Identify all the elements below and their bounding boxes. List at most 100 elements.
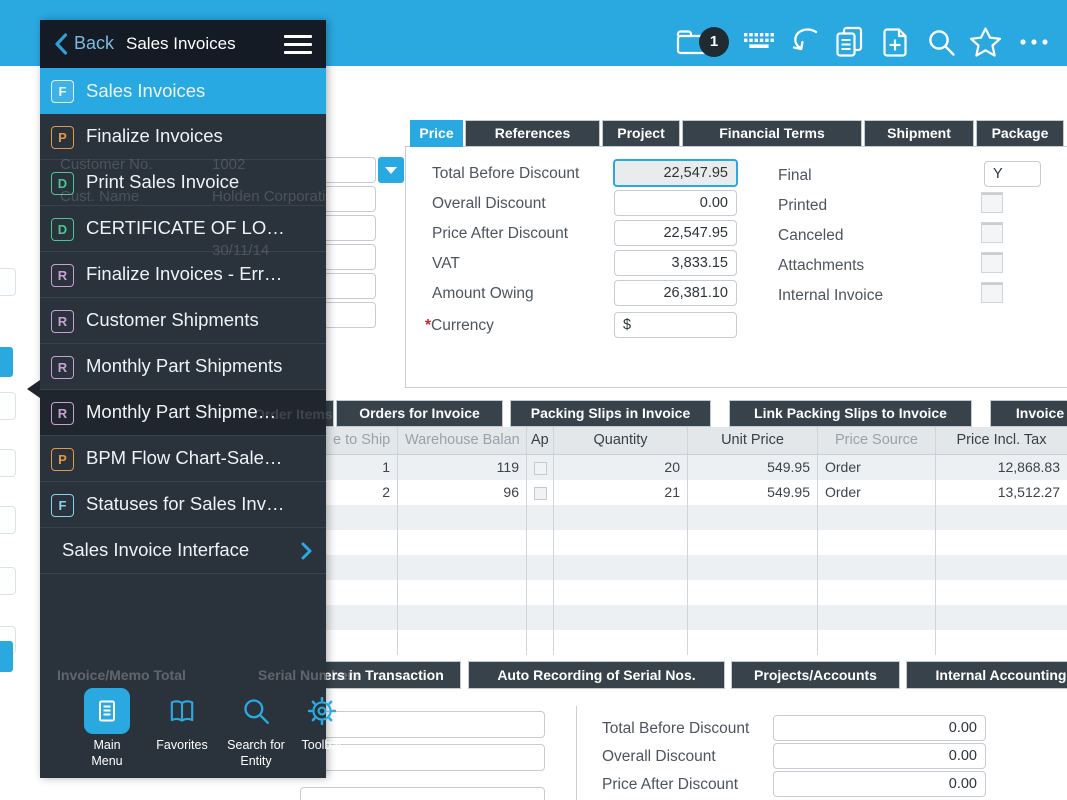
back-button[interactable]: Back xyxy=(74,33,114,54)
back-chevron-icon[interactable] xyxy=(54,33,68,55)
tab-project[interactable]: Project xyxy=(602,120,680,147)
dropdown-button[interactable] xyxy=(378,157,404,183)
column-header[interactable]: Ap xyxy=(527,427,554,454)
menu-item-finalize-invoices-err[interactable]: R Finalize Invoices - Err… xyxy=(40,252,326,298)
keyboard-icon[interactable] xyxy=(742,31,776,53)
menu-item-customer-shipments[interactable]: R Customer Shipments xyxy=(40,298,326,344)
printed-checkbox[interactable] xyxy=(981,192,1003,213)
currency-input[interactable] xyxy=(614,312,737,338)
cell-warehouse-balance[interactable]: 96 xyxy=(398,480,527,505)
column-header[interactable]: Unit Price xyxy=(688,427,818,454)
table-row[interactable]: 2 96 21 549.95 Order 13,512.27 xyxy=(326,480,1067,505)
table-row[interactable]: 1 119 20 549.95 Order 12,868.83 xyxy=(326,455,1067,480)
total-before-discount-input[interactable] xyxy=(613,159,738,187)
price-after-discount-input[interactable] xyxy=(614,220,737,246)
star-icon[interactable] xyxy=(968,26,1003,59)
menu-item-print-sales-invoice[interactable]: D Print Sales Invoice xyxy=(40,160,326,206)
main-menu-button[interactable]: Main Menu xyxy=(64,688,150,769)
final-input[interactable] xyxy=(984,161,1041,187)
menu-item-certificate[interactable]: D CERTIFICATE OF LO… xyxy=(40,206,326,252)
hamburger-icon[interactable] xyxy=(284,35,312,54)
favorites-button[interactable]: Favorites xyxy=(146,688,218,754)
field-label: Final xyxy=(778,167,812,185)
tab-link-packing-slips[interactable]: Link Packing Slips to Invoice xyxy=(729,400,972,427)
undo-arrow-icon[interactable] xyxy=(788,27,820,57)
field-label: VAT xyxy=(432,255,460,273)
menu-item-bpm-flow-chart[interactable]: P BPM Flow Chart-Sale… xyxy=(40,436,326,482)
search-entity-icon xyxy=(233,688,279,734)
field-label: Printed xyxy=(778,197,827,215)
menu-item-statuses-sales-inv[interactable]: F Statuses for Sales Inv… xyxy=(40,482,326,528)
cell-warehouse-balance[interactable]: 119 xyxy=(398,455,527,480)
field-label: Price After Discount xyxy=(602,776,738,794)
cell-quantity[interactable]: 21 xyxy=(554,480,688,505)
menu-item-sales-invoice-interface[interactable]: Sales Invoice Interface xyxy=(40,528,326,574)
table-empty-row xyxy=(326,630,1067,655)
overall-discount-input[interactable] xyxy=(614,190,737,216)
tab-financial-terms[interactable]: Financial Terms xyxy=(682,120,862,147)
cell-price-incl-tax[interactable]: 13,512.27 xyxy=(936,480,1067,505)
add-document-icon[interactable] xyxy=(880,26,910,59)
internal-invoice-checkbox[interactable] xyxy=(981,282,1003,303)
search-entity-button[interactable]: Search for Entity xyxy=(216,688,296,769)
menu-item-monthly-part-shipme[interactable]: R Monthly Part Shipme… xyxy=(40,390,326,436)
canceled-checkbox[interactable] xyxy=(981,222,1003,243)
cell-quantity[interactable]: 20 xyxy=(554,455,688,480)
copy-document-icon[interactable] xyxy=(834,26,864,59)
form-type-icon: R xyxy=(51,356,74,379)
sidebar-toolbar: Main Menu Favorites Search for Entity xyxy=(40,680,326,778)
cell-price-incl-tax[interactable]: 12,868.83 xyxy=(936,455,1067,480)
empty-cell xyxy=(326,505,398,530)
tab-internal-accounting[interactable]: Internal Accounting xyxy=(906,661,1067,689)
empty-cell xyxy=(936,605,1067,630)
field-label: Overall Discount xyxy=(602,748,716,766)
bottom-left-field-3[interactable] xyxy=(300,787,545,800)
tab-auto-recording-serial-nos[interactable]: Auto Recording of Serial Nos. xyxy=(468,661,725,689)
tab-invoice[interactable]: Invoice xyxy=(990,400,1067,427)
tab-packing-slips-in-invoice[interactable]: Packing Slips in Invoice xyxy=(510,400,711,427)
ghost-input-fragment xyxy=(0,506,16,534)
search-icon[interactable] xyxy=(926,27,957,58)
more-icon[interactable] xyxy=(1018,37,1050,47)
cell-balance-to-ship[interactable]: 2 xyxy=(326,480,398,505)
attachments-checkbox[interactable] xyxy=(981,252,1003,273)
menu-item-monthly-part-shipments[interactable]: R Monthly Part Shipments xyxy=(40,344,326,390)
total-before-discount-2-input[interactable] xyxy=(773,715,986,741)
column-header[interactable]: Price Source xyxy=(818,427,936,454)
overall-discount-2-input[interactable] xyxy=(773,743,986,769)
cell-unit-price[interactable]: 549.95 xyxy=(688,455,818,480)
tab-shipment[interactable]: Shipment xyxy=(864,120,974,147)
cell-price-source[interactable]: Order xyxy=(818,480,936,505)
empty-cell xyxy=(818,530,936,555)
toolbar-button[interactable]: Toolbar xyxy=(290,688,354,754)
row-checkbox[interactable] xyxy=(534,462,547,475)
cell-approved[interactable] xyxy=(527,480,554,505)
menu-item-finalize-invoices[interactable]: P Finalize Invoices xyxy=(40,114,326,160)
invoice-lines-table: e to Ship Warehouse Balan Ap Quantity Un… xyxy=(326,427,1067,656)
cell-balance-to-ship[interactable]: 1 xyxy=(326,455,398,480)
tab-package[interactable]: Package xyxy=(976,120,1064,147)
table-empty-row xyxy=(326,505,1067,530)
price-after-discount-2-input[interactable] xyxy=(773,771,986,797)
empty-cell xyxy=(688,505,818,530)
amount-owing-input[interactable] xyxy=(614,280,737,306)
tab-references[interactable]: References xyxy=(465,120,600,147)
cell-approved[interactable] xyxy=(527,455,554,480)
row-checkbox[interactable] xyxy=(534,487,547,500)
tab-orders-for-invoice[interactable]: Orders for Invoice xyxy=(336,400,503,427)
menu-item-sales-invoices[interactable]: F Sales Invoices xyxy=(40,68,326,114)
cell-price-source[interactable]: Order xyxy=(818,455,936,480)
form-type-icon: R xyxy=(51,402,74,425)
cell-unit-price[interactable]: 549.95 xyxy=(688,480,818,505)
column-header[interactable]: e to Ship xyxy=(326,427,398,454)
tab-projects-accounts[interactable]: Projects/Accounts xyxy=(731,661,900,689)
column-header[interactable]: Warehouse Balan xyxy=(398,427,527,454)
tab-price[interactable]: Price xyxy=(410,120,463,147)
form-type-icon: P xyxy=(51,126,74,149)
empty-cell xyxy=(527,605,554,630)
empty-cell xyxy=(936,580,1067,605)
favorites-book-icon xyxy=(159,688,205,734)
column-header[interactable]: Quantity xyxy=(554,427,688,454)
vat-input[interactable] xyxy=(614,250,737,276)
column-header[interactable]: Price Incl. Tax xyxy=(936,427,1067,454)
